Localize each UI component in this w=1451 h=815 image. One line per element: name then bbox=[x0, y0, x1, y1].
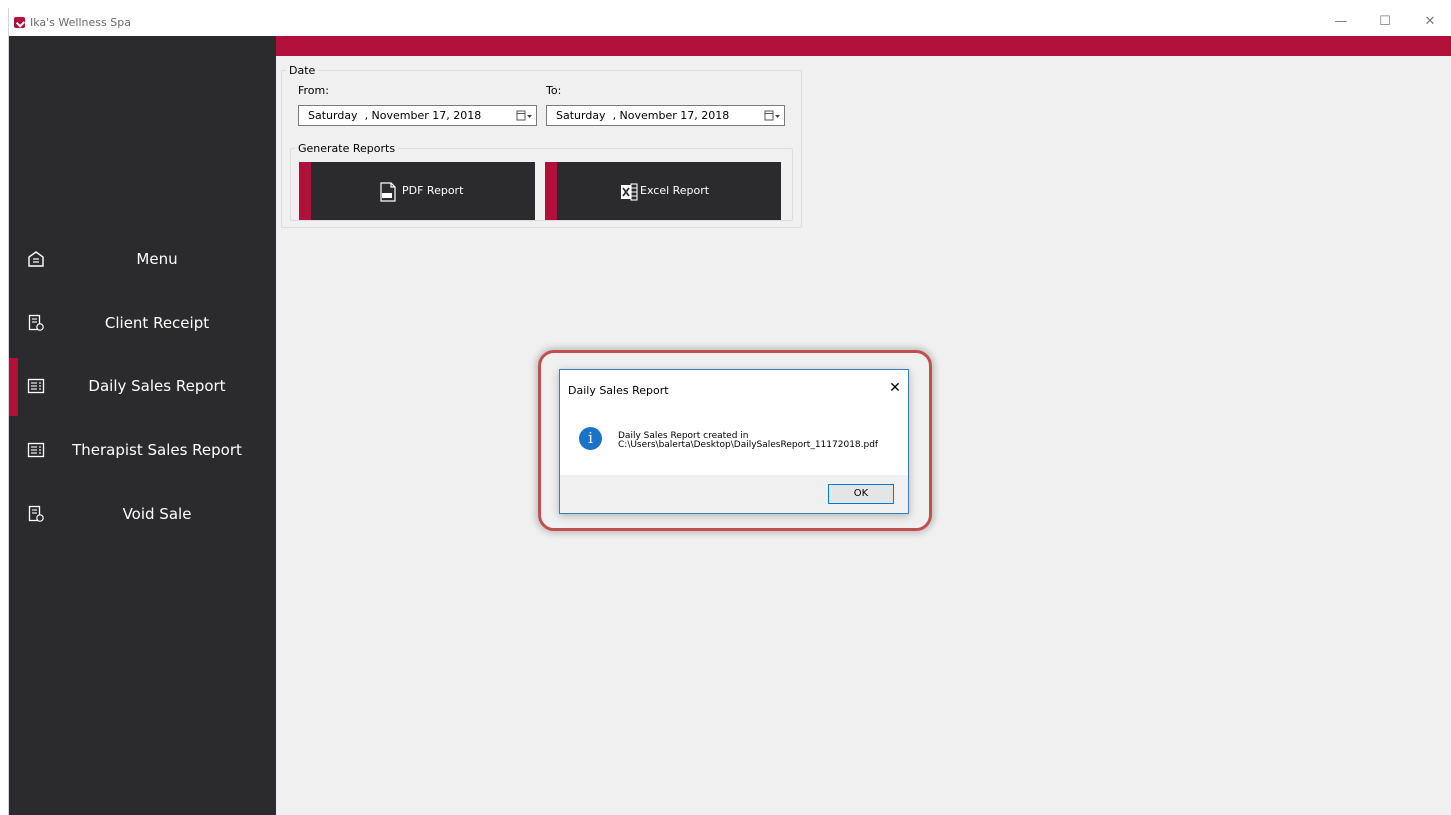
pdf-file-icon bbox=[380, 182, 396, 202]
receipt-icon bbox=[28, 314, 44, 331]
from-date-value: Saturday , November 17, 2018 bbox=[308, 109, 482, 122]
pdf-report-label: PDF Report bbox=[402, 184, 464, 197]
from-date-picker[interactable]: Saturday , November 17, 2018 bbox=[298, 105, 537, 126]
to-date-picker[interactable]: Saturday , November 17, 2018 bbox=[546, 105, 785, 126]
message-dialog: Daily Sales Report ✕ i Daily Sales Repor… bbox=[559, 369, 909, 514]
to-date-value: Saturday , November 17, 2018 bbox=[556, 109, 730, 122]
sidebar-item-daily-sales-report[interactable]: Daily Sales Report bbox=[9, 358, 276, 416]
generate-reports-group: Generate Reports PDF Report Excel Report bbox=[290, 142, 793, 221]
date-group: Date From: To: Saturday , November 17, 2… bbox=[281, 64, 802, 228]
sidebar-item-therapist-sales-report[interactable]: Therapist Sales Report bbox=[9, 422, 276, 480]
sidebar-item-label: Therapist Sales Report bbox=[72, 441, 242, 459]
calendar-dropdown-icon[interactable] bbox=[764, 110, 781, 122]
active-indicator bbox=[9, 358, 18, 416]
dialog-message-path: C:\Users\balerta\Desktop\DailySalesRepor… bbox=[618, 440, 879, 450]
sidebar-item-label: Daily Sales Report bbox=[88, 377, 226, 395]
ok-button[interactable]: OK bbox=[828, 484, 894, 504]
sidebar-item-label: Void Sale bbox=[122, 505, 192, 523]
sidebar-item-label: Menu bbox=[136, 250, 178, 268]
report-icon bbox=[27, 442, 45, 458]
sidebar-item-label: Client Receipt bbox=[104, 314, 210, 332]
minimize-button[interactable]: — bbox=[1319, 8, 1363, 36]
pdf-report-button[interactable]: PDF Report bbox=[299, 162, 535, 220]
sidebar-item-void-sale[interactable]: Void Sale bbox=[9, 486, 276, 544]
window-title: Ika's Wellness Spa bbox=[30, 16, 131, 29]
header-accent-stripe bbox=[276, 36, 1451, 56]
generate-reports-title: Generate Reports bbox=[295, 142, 399, 155]
from-label: From: bbox=[298, 84, 329, 97]
sidebar: Menu Client Receipt Daily Sales Report T… bbox=[9, 36, 276, 815]
sidebar-item-menu[interactable]: Menu bbox=[9, 231, 276, 289]
button-accent-bar bbox=[299, 162, 311, 220]
button-accent-bar bbox=[545, 162, 557, 220]
info-icon: i bbox=[579, 427, 602, 450]
maximize-button[interactable]: ☐ bbox=[1363, 8, 1407, 36]
report-icon bbox=[27, 378, 45, 394]
excel-file-icon bbox=[621, 183, 638, 201]
excel-report-button[interactable]: Excel Report bbox=[545, 162, 781, 220]
excel-report-label: Excel Report bbox=[640, 184, 710, 197]
dialog-footer: OK bbox=[560, 475, 908, 513]
to-label: To: bbox=[546, 84, 562, 97]
app-window: Ika's Wellness Spa — ☐ ✕ Menu Client Rec… bbox=[8, 8, 1451, 815]
calendar-dropdown-icon[interactable] bbox=[516, 110, 533, 122]
dialog-close-icon[interactable]: ✕ bbox=[888, 380, 902, 394]
sidebar-item-client-receipt[interactable]: Client Receipt bbox=[9, 295, 276, 353]
title-bar: Ika's Wellness Spa — ☐ ✕ bbox=[9, 8, 1451, 36]
dialog-title: Daily Sales Report bbox=[568, 384, 669, 397]
receipt-icon bbox=[28, 505, 44, 522]
app-logo-icon bbox=[14, 17, 25, 28]
home-icon bbox=[28, 251, 44, 267]
date-group-title: Date bbox=[286, 64, 319, 77]
close-window-button[interactable]: ✕ bbox=[1408, 8, 1451, 36]
